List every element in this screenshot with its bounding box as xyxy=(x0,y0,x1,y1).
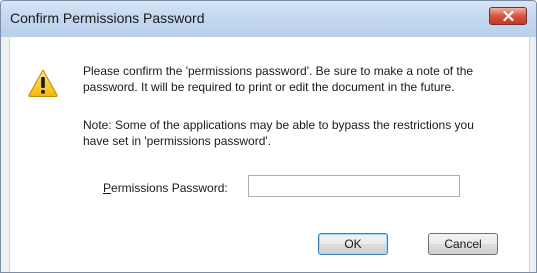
cancel-button[interactable]: Cancel xyxy=(428,233,498,255)
password-label-text: ermissions Password: xyxy=(111,181,228,195)
dialog-title: Confirm Permissions Password xyxy=(10,10,205,26)
confirm-message-line-1: Please confirm the 'permissions password… xyxy=(83,64,474,78)
title-bar[interactable]: Confirm Permissions Password xyxy=(1,1,536,37)
confirm-message-line-2: password. It will be required to print o… xyxy=(83,80,455,94)
permissions-password-label: Permissions Password: xyxy=(103,181,228,195)
warning-icon xyxy=(28,68,58,97)
bypass-note-line-2: have set in 'permissions password'. xyxy=(83,134,271,148)
bypass-note-line-1: Note: Some of the applications may be ab… xyxy=(83,118,474,132)
close-button[interactable] xyxy=(489,7,527,25)
close-icon xyxy=(503,11,514,21)
confirm-message: Please confirm the 'permissions password… xyxy=(83,63,523,95)
bypass-note: Note: Some of the applications may be ab… xyxy=(83,117,523,149)
ok-button[interactable]: OK xyxy=(318,233,388,255)
dialog-body: Please confirm the 'permissions password… xyxy=(9,37,530,272)
confirm-permissions-password-dialog: Confirm Permissions Password Please conf… xyxy=(0,0,537,273)
permissions-password-input[interactable] xyxy=(248,175,460,197)
password-label-accelerator: P xyxy=(103,181,112,195)
